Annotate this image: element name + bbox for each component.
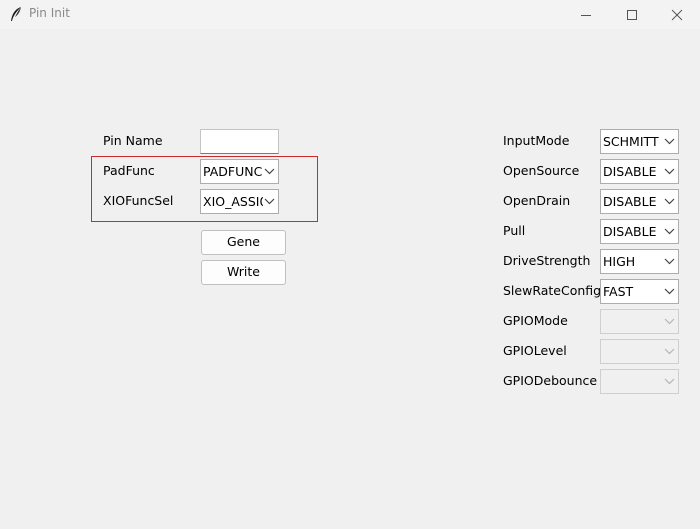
inputmode-value: SCHMITT	[603, 134, 659, 149]
chevron-down-icon	[664, 348, 675, 355]
slewrateconfig-select[interactable]: FAST	[600, 279, 679, 304]
chevron-down-icon	[664, 168, 675, 175]
chevron-down-icon	[664, 288, 675, 295]
pull-label: Pull	[503, 223, 526, 238]
opensource-value: DISABLE	[603, 164, 657, 179]
opensource-select[interactable]: DISABLE	[600, 159, 679, 184]
chevron-down-icon	[264, 198, 275, 205]
inputmode-select[interactable]: SCHMITT	[600, 129, 679, 154]
xiofuncsel-select[interactable]: XIO_ASSI0_IC	[200, 189, 279, 214]
chevron-down-icon	[264, 168, 275, 175]
pin-name-label: Pin Name	[103, 133, 163, 148]
drivestrength-label: DriveStrength	[503, 253, 591, 268]
xiofuncsel-value: XIO_ASSI0_IC	[203, 194, 263, 209]
slewrateconfig-label: SlewRateConfig	[503, 283, 602, 298]
gene-button[interactable]: Gene	[201, 230, 286, 255]
padfunc-select[interactable]: PADFUNC6	[200, 159, 279, 184]
opensource-label: OpenSource	[503, 163, 580, 178]
maximize-icon	[627, 9, 637, 20]
gpiolevel-label: GPIOLevel	[503, 343, 567, 358]
chevron-down-icon	[664, 378, 675, 385]
slewrateconfig-value: FAST	[603, 284, 634, 299]
inputmode-label: InputMode	[503, 133, 570, 148]
close-button[interactable]	[654, 0, 700, 29]
feather-icon	[11, 7, 21, 21]
pull-select[interactable]: DISABLE	[600, 219, 679, 244]
minimize-icon	[581, 14, 591, 16]
opendrain-value: DISABLE	[603, 194, 657, 209]
opendrain-label: OpenDrain	[503, 193, 571, 208]
drivestrength-select[interactable]: HIGH	[600, 249, 679, 274]
chevron-down-icon	[664, 198, 675, 205]
title-bar: Pin Init	[0, 0, 700, 29]
pin-name-input[interactable]	[200, 129, 279, 154]
close-icon	[671, 9, 683, 20]
padfunc-value: PADFUNC6	[203, 164, 263, 179]
pull-value: DISABLE	[603, 224, 657, 239]
gpiomode-select[interactable]	[600, 309, 679, 334]
gpiodebounce-label: GPIODebounce	[503, 373, 598, 388]
write-button[interactable]: Write	[201, 260, 286, 285]
chevron-down-icon	[664, 258, 675, 265]
maximize-button[interactable]	[609, 0, 655, 29]
padfunc-label: PadFunc	[103, 163, 155, 178]
gpiodebounce-select[interactable]	[600, 369, 679, 394]
gpiolevel-select[interactable]	[600, 339, 679, 364]
chevron-down-icon	[664, 138, 675, 145]
window-title: Pin Init	[29, 6, 70, 20]
drivestrength-value: HIGH	[603, 254, 636, 269]
chevron-down-icon	[664, 228, 675, 235]
xiofuncsel-label: XIOFuncSel	[103, 193, 174, 208]
minimize-button[interactable]	[563, 0, 609, 29]
chevron-down-icon	[664, 318, 675, 325]
opendrain-select[interactable]: DISABLE	[600, 189, 679, 214]
gpiomode-label: GPIOMode	[503, 313, 568, 328]
